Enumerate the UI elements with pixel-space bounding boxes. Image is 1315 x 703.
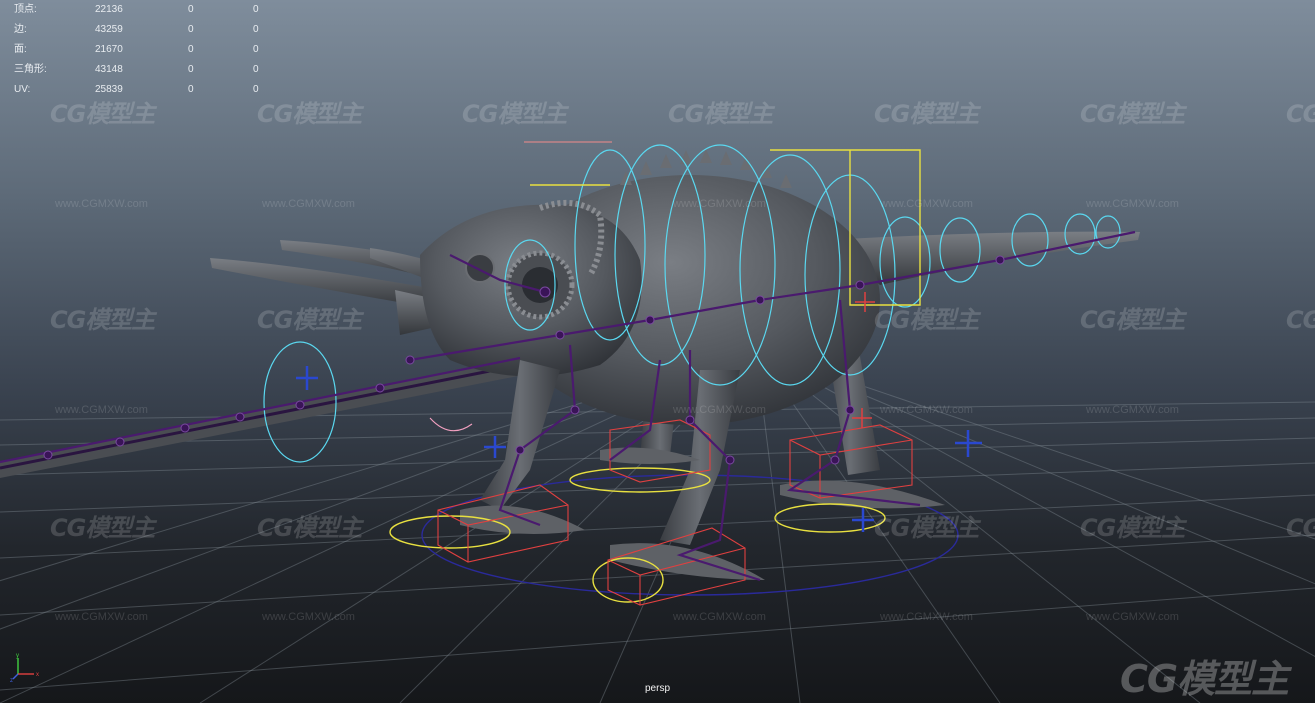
hud-selected-value: 0 xyxy=(188,4,194,15)
hud-extra-value: 0 xyxy=(253,24,259,35)
watermark-url: www.CGMXW.com xyxy=(880,611,973,623)
camera-name-label: persp xyxy=(644,683,670,694)
watermark-logo: CG模型主 xyxy=(1080,514,1185,542)
watermark-logo-large: CG模型主 xyxy=(1120,657,1289,701)
watermark-logo: CG模型主 xyxy=(874,306,979,334)
hud-selected-value: 0 xyxy=(188,64,194,75)
watermark-logo: CG模型主 xyxy=(874,100,979,128)
maya-viewport[interactable]: CG模型主 CG模型主 CG模型主 CG模型主 CG模型主 CG模型主 CG模型… xyxy=(0,0,1315,703)
hud-label: 顶点: xyxy=(14,4,37,15)
hud-selected-value: 0 xyxy=(188,44,194,55)
watermark-url: www.CGMXW.com xyxy=(1086,404,1179,416)
watermark-logo: CG模型主 xyxy=(874,514,979,542)
axis-gizmo-icon: y x z xyxy=(10,653,39,682)
hud-label: 三角形: xyxy=(14,64,47,75)
poly-count-hud: 顶点: 22136 0 0 边: 43259 0 0 面: 21670 0 0 … xyxy=(14,0,274,100)
axis-z-label: z xyxy=(10,678,13,682)
hud-label: 面: xyxy=(14,44,27,55)
hud-row-faces: 面: 21670 0 0 xyxy=(14,40,274,60)
hud-label: 边: xyxy=(14,24,27,35)
watermark-logo: CG模型主 xyxy=(1286,514,1315,542)
watermark-logo: CG模型主 xyxy=(668,100,773,128)
watermark-url: www.CGMXW.com xyxy=(673,404,766,416)
hud-total-value: 25839 xyxy=(95,84,123,95)
watermark-logo: CG模型主 xyxy=(1286,306,1315,334)
hud-selected-value: 0 xyxy=(188,24,194,35)
hud-extra-value: 0 xyxy=(253,4,259,15)
watermark-url: www.CGMXW.com xyxy=(673,611,766,623)
watermark-logo: CG模型主 xyxy=(50,306,155,334)
axis-y-label: y xyxy=(16,653,19,659)
watermark-logo: CG模型主 xyxy=(1286,100,1315,128)
watermark-url: www.CGMXW.com xyxy=(262,611,355,623)
watermark-url: www.CGMXW.com xyxy=(1086,611,1179,623)
hud-total-value: 43259 xyxy=(95,24,123,35)
watermark-url: www.CGMXW.com xyxy=(880,198,973,210)
watermark-url: www.CGMXW.com xyxy=(673,198,766,210)
hud-selected-value: 0 xyxy=(188,84,194,95)
watermark-url: www.CGMXW.com xyxy=(55,611,148,623)
axis-x-label: x xyxy=(36,672,39,678)
watermark-url: www.CGMXW.com xyxy=(262,198,355,210)
tongue-mesh xyxy=(0,358,528,478)
watermark-logo: CG模型主 xyxy=(257,306,362,334)
watermark-logo: CG模型主 xyxy=(50,514,155,542)
hud-row-uvs: UV: 25839 0 0 xyxy=(14,80,274,100)
watermark-url: www.CGMXW.com xyxy=(1086,198,1179,210)
hud-row-edges: 边: 43259 0 0 xyxy=(14,20,274,40)
hud-total-value: 43148 xyxy=(95,64,123,75)
watermark-logo: CG模型主 xyxy=(1080,306,1185,334)
watermark-logo: CG模型主 xyxy=(462,100,567,128)
hud-row-triangles: 三角形: 43148 0 0 xyxy=(14,60,274,80)
watermark-url: www.CGMXW.com xyxy=(880,404,973,416)
watermark-logo: CG模型主 xyxy=(257,514,362,542)
hud-total-value: 21670 xyxy=(95,44,123,55)
watermark-logo: CG模型主 xyxy=(1080,100,1185,128)
watermark-url: www.CGMXW.com xyxy=(55,198,148,210)
hud-label: UV: xyxy=(14,84,31,95)
hud-total-value: 22136 xyxy=(95,4,123,15)
hud-extra-value: 0 xyxy=(253,64,259,75)
hud-extra-value: 0 xyxy=(253,44,259,55)
hud-row-vertices: 顶点: 22136 0 0 xyxy=(14,0,274,20)
hud-extra-value: 0 xyxy=(253,84,259,95)
watermark-url: www.CGMXW.com xyxy=(55,404,148,416)
